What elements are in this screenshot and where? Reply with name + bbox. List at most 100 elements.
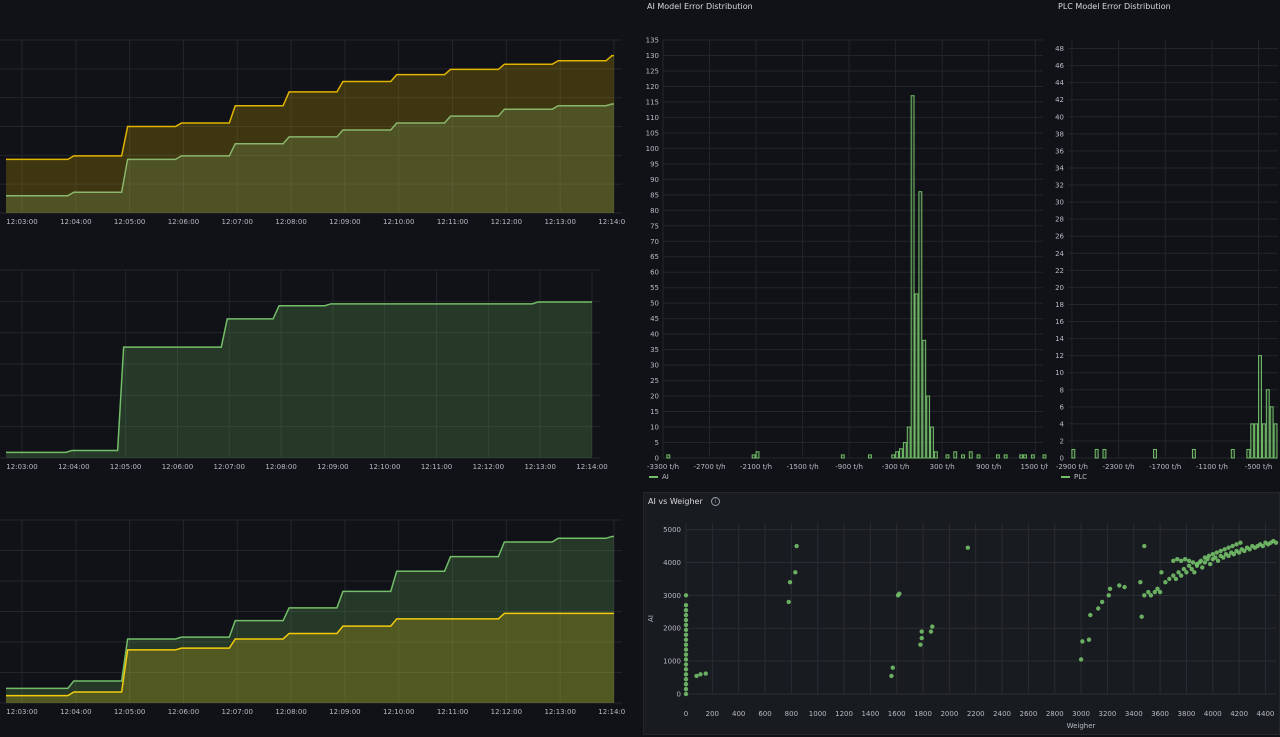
time-tick-label: 12:09:00 [329,708,360,716]
histogram-bar [906,426,911,459]
series-area [6,301,592,458]
scatter-point [1207,561,1213,567]
y-tick-label: 115 [646,98,659,106]
y-tick-label: 120 [646,83,659,91]
scatter-point [1273,540,1279,545]
scatter-point [928,629,934,634]
scatter-point [1099,599,1105,605]
scatter-point [683,612,689,618]
x-tick-label: -1700 t/h [1149,463,1181,471]
scatter-point [1218,548,1223,554]
scatter-point [786,599,791,605]
scatter-point [683,647,689,652]
histogram-bar [1042,454,1047,459]
scatter-point [1107,586,1113,591]
y-tick-label: 4000 [663,559,681,567]
scatter-point [1192,570,1197,575]
scatter-point [1202,555,1208,560]
scatter-point [1138,579,1143,585]
scatter-point [1159,570,1164,575]
y-tick-label: 80 [650,207,659,215]
x-tick-label: 600 [758,710,771,718]
x-tick-label: -1100 t/h [1196,463,1228,471]
time-tick-label: 12:03:00 [6,463,37,471]
time-tick-label: 12:06:00 [168,218,199,226]
histogram-bar [868,454,872,459]
ai-error-distribution-panel[interactable]: AI Model Error Distribution 0 5 10 15 20 25 30… [643,0,1048,485]
scatter-point [1230,543,1235,549]
time-tick-label: 12:11:00 [437,218,468,226]
legend-label: PLC [1074,473,1088,481]
y-tick-label: 5 [655,439,659,447]
time-tick-label: 12:08:00 [265,463,296,471]
x-tick-label: 1400 [861,710,879,718]
x-axis-label: Weigher [1067,722,1096,730]
y-tick-label: 2000 [663,625,681,633]
x-tick-label: 2200 [967,710,985,718]
scatter-point [1238,540,1243,545]
time-tick-label: 12:14:00 [598,218,625,226]
scatter-point [1200,565,1205,570]
scatter-point [1167,576,1172,582]
histogram-bar [1153,448,1157,459]
y-tick-label: 30 [650,362,659,370]
scatter-point [694,673,699,679]
scatter-point [683,622,689,628]
time-tick-label: 12:04:00 [60,708,91,716]
y-tick-label: 30 [1055,199,1064,207]
scatter-point [703,671,708,676]
x-tick-label: -2100 t/h [740,463,772,471]
x-tick-label: -300 t/h [882,463,910,471]
scatter-point [683,642,689,647]
ai-vs-weigher-panel[interactable]: AI vs Weigher i 0 1000 2000 3000 4000 5000 0 200… [643,492,1280,735]
scatter-point [897,591,902,596]
histogram-bar [995,454,1000,459]
scatter-point [683,691,689,697]
histogram-bar [961,454,965,459]
scatter-point [683,667,689,672]
y-tick-label: 5000 [663,526,681,534]
scatter-point [919,635,924,641]
histogram-bar [922,339,927,459]
scatter-point [1088,612,1093,618]
plc-error-distribution-panel[interactable]: PLC Model Error Distribution 0 2 4 6 8 10 12 14… [1054,0,1280,485]
histogram-bar [1003,454,1008,459]
x-tick-label: 2000 [940,710,958,718]
plc-hist-legend[interactable]: PLC [1061,473,1087,481]
histogram-bar [1019,454,1024,459]
scatter-point [930,624,935,629]
histogram-bar [914,293,919,459]
y-tick-label: 130 [646,52,659,60]
histogram-bar [1250,423,1255,459]
time-tick-label: 12:05:00 [114,218,145,226]
histogram-bar [968,451,973,459]
y-tick-label: 125 [646,67,659,75]
y-tick-label: 95 [650,160,659,168]
throughput-chart-middle: 12:03:00 12:04:00 12:05:00 12:06:00 12:07:00… [0,269,608,471]
time-tick-label: 12:12:00 [491,218,522,226]
y-tick-label: 3000 [663,592,681,600]
scatter-point [1186,558,1192,564]
y-tick-label: 20 [1055,284,1064,292]
x-tick-label: -3300 t/h [647,463,679,471]
x-tick-label: 400 [732,710,745,718]
x-tick-label: 800 [785,710,798,718]
y-tick-label: 15 [650,408,659,416]
x-tick-label: 1500 t/h [1020,463,1048,471]
ai-hist-legend[interactable]: AI [649,473,669,481]
x-tick-label: 1800 [914,710,932,718]
x-tick-label: 4000 [1204,710,1222,718]
y-tick-label: 18 [1055,301,1064,309]
x-tick-label: -2300 t/h [1103,463,1135,471]
scatter-point [1122,584,1127,590]
x-tick-label: 2400 [993,710,1011,718]
histogram-bar [751,454,756,459]
scatter-point [1106,593,1111,598]
y-tick-label: 44 [1055,79,1064,87]
time-tick-label: 12:13:00 [544,708,575,716]
legend-swatch [1061,476,1070,478]
y-tick-label: 6 [1060,403,1065,411]
time-tick-label: 12:03:00 [6,708,37,716]
y-tick-label: 40 [650,331,659,339]
scatter-point [698,672,703,677]
